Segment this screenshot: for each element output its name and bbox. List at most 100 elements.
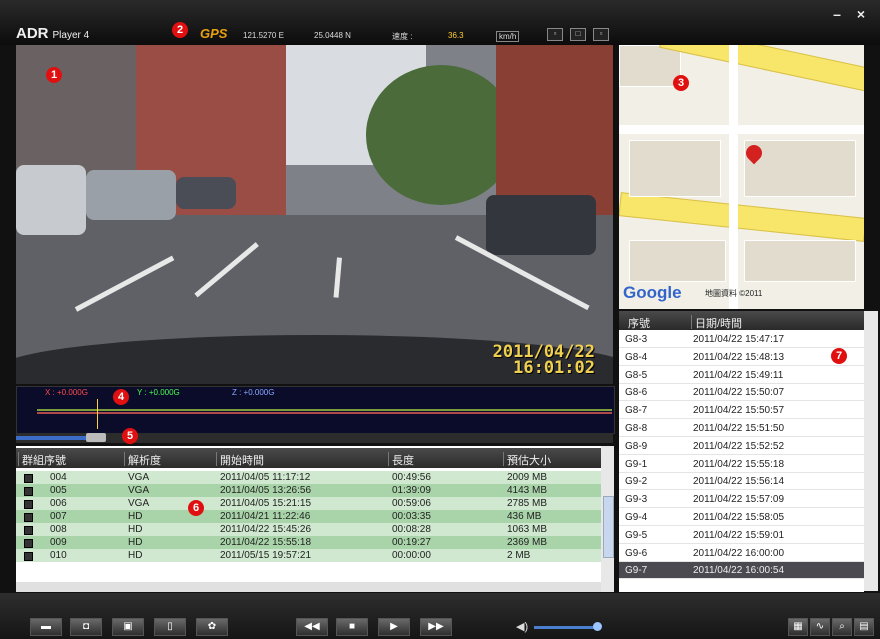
row-checkbox[interactable] [24, 513, 33, 522]
table-cell: 00:00:00 [392, 550, 431, 561]
table-row[interactable]: 005 VGA 2011/04/05 13:26:56 01:39:09 4143 MB [16, 484, 601, 497]
row-checkbox[interactable] [24, 552, 33, 561]
table-cell: 2 MB [507, 550, 531, 561]
settings-icon[interactable]: ✿ [196, 618, 228, 636]
g-sensor-y: Y : +0.000G [137, 388, 180, 397]
list-item[interactable]: G9-6 2011/04/22 16:00:00 [619, 545, 864, 562]
table-row[interactable]: 010 HD 2011/05/15 19:57:21 00:00:00 2 MB [16, 549, 601, 562]
camera-icon[interactable]: ◘ [70, 618, 102, 636]
google-logo: Google [623, 283, 682, 302]
save-icon[interactable]: ▣ [112, 618, 144, 636]
list-item[interactable]: G8-4 2011/04/22 15:48:13 [619, 349, 864, 366]
table-cell: 00:59:06 [392, 498, 431, 509]
rewind-icon[interactable]: ◀◀ [296, 618, 328, 636]
chart-icon[interactable]: ∿ [810, 618, 830, 636]
map-block [629, 240, 726, 282]
trip-list-scrollbar[interactable] [864, 311, 878, 591]
event-table-hscrollbar[interactable] [16, 582, 601, 592]
folder-icon[interactable]: ▬ [30, 618, 62, 636]
parked-car [16, 165, 86, 235]
list-cell: 2011/04/22 16:00:54 [693, 565, 785, 577]
list-item[interactable]: G9-3 2011/04/22 15:57:09 [619, 491, 864, 509]
column-header[interactable]: 長度 [388, 452, 414, 467]
list-item[interactable]: G8-6 2011/04/22 15:50:07 [619, 384, 864, 402]
list-item[interactable]: G9-4 2011/04/22 15:58:05 [619, 509, 864, 526]
layout-1-icon[interactable]: ▫ [547, 28, 563, 41]
g-sensor-trace [37, 409, 612, 411]
column-header[interactable]: 日期/時間 [691, 315, 742, 330]
row-checkbox[interactable] [24, 474, 33, 483]
list-item[interactable]: G8-7 2011/04/22 15:50:57 [619, 402, 864, 420]
export-icon[interactable]: ▤ [854, 618, 874, 636]
close-button[interactable]: × [852, 6, 870, 22]
list-item[interactable]: G8-3 2011/04/22 15:47:17 [619, 331, 864, 348]
video-panel[interactable]: 1 2011/04/22 16:01:02 [16, 45, 613, 384]
list-cell: 2011/04/22 15:56:14 [693, 476, 785, 488]
layout-3-icon[interactable]: ▫ [593, 28, 609, 41]
trip-list[interactable]: 序號 日期/時間 G8-3 2011/04/22 15:47:17 G8-4 2011… [619, 311, 864, 592]
table-cell: VGA [128, 485, 150, 496]
table-row[interactable]: 006 VGA 2011/04/05 15:21:15 00:59:06 2785 MB [16, 497, 601, 510]
list-cell: G9-2 [625, 476, 648, 488]
table-cell: 00:03:35 [392, 511, 431, 522]
table-cell: 007 [50, 511, 67, 522]
trees [366, 65, 516, 205]
table-cell: 004 [50, 472, 67, 483]
stop-icon[interactable]: ■ [336, 618, 368, 636]
map-block [629, 140, 721, 197]
column-header[interactable]: 開始時間 [216, 452, 264, 467]
list-item[interactable]: G9-7 2011/04/22 16:00:54 [619, 562, 864, 580]
minimize-button[interactable]: – [828, 6, 846, 22]
column-header[interactable]: 預估大小 [503, 452, 551, 467]
list-item[interactable]: G8-5 2011/04/22 15:49:11 [619, 367, 864, 384]
row-checkbox[interactable] [24, 539, 33, 548]
play-icon[interactable]: ▶ [378, 618, 410, 636]
progress-handle[interactable] [86, 433, 106, 442]
list-item[interactable]: G9-1 2011/04/22 15:55:18 [619, 456, 864, 473]
list-cell: 2011/04/22 15:47:17 [693, 334, 785, 345]
table-cell: 010 [50, 550, 67, 561]
event-table-scrollbar[interactable] [601, 446, 614, 592]
volume-slider[interactable] [534, 626, 600, 629]
row-checkbox[interactable] [24, 526, 33, 535]
g-sensor-graph: X : +0.000G Y : +0.000G Z : +0.000G 4 [16, 386, 615, 434]
fast-forward-icon[interactable]: ▶▶ [420, 618, 452, 636]
event-table[interactable]: 群組序號 解析度 開始時間 長度 預估大小 004 VGA 2011/04/05 1… [16, 446, 614, 592]
list-cell: G8-5 [625, 369, 648, 381]
table-row[interactable]: 007 HD 2011/04/21 11:22:46 00:03:35 436 MB [16, 510, 601, 523]
list-item[interactable]: G8-9 2011/04/22 15:52:52 [619, 438, 864, 455]
table-cell: 2011/04/22 15:45:26 [220, 524, 312, 535]
parked-car [176, 177, 236, 209]
column-header[interactable]: 解析度 [124, 452, 161, 467]
search-icon[interactable]: ⌕ [832, 618, 852, 636]
scroll-thumb[interactable] [603, 496, 614, 558]
list-cell: 2011/04/22 15:52:52 [693, 440, 785, 452]
volume-handle[interactable] [593, 622, 602, 631]
volume-icon[interactable]: ◀) [516, 620, 528, 633]
row-checkbox[interactable] [24, 487, 33, 496]
table-cell: 2011/04/05 15:21:15 [220, 498, 312, 509]
layout-2-icon[interactable]: □ [570, 28, 586, 41]
list-item[interactable]: G9-5 2011/04/22 15:59:01 [619, 527, 864, 544]
table-cell: 1063 MB [507, 524, 548, 535]
column-header[interactable]: 群組序號 [18, 452, 66, 467]
table-row[interactable]: 009 HD 2011/04/22 15:55:18 00:19:27 2369 MB [16, 536, 601, 549]
list-cell: G8-6 [625, 387, 648, 399]
trash-icon[interactable]: ▯ [154, 618, 186, 636]
table-row[interactable]: 004 VGA 2011/04/05 11:17:12 00:49:56 2009 MB [16, 471, 601, 484]
map-panel[interactable]: 3 Google 地圖資料 ©2011 [619, 45, 864, 309]
list-item[interactable]: G9-2 2011/04/22 15:56:14 [619, 473, 864, 491]
video-time: 16:01:02 [513, 358, 595, 378]
table-cell: 2009 MB [507, 472, 548, 483]
map-road-major [619, 192, 864, 242]
parked-car [86, 170, 176, 220]
playback-progress[interactable]: 5 [16, 428, 613, 444]
column-header[interactable]: 序號 [625, 315, 650, 330]
map-block [619, 45, 681, 87]
row-checkbox[interactable] [24, 500, 33, 509]
table-cell: 2011/04/21 11:22:46 [220, 511, 311, 522]
map-icon[interactable]: ▦ [788, 618, 808, 636]
table-row[interactable]: 008 HD 2011/04/22 15:45:26 00:08:28 1063 MB [16, 523, 601, 536]
list-item[interactable]: G8-8 2011/04/22 15:51:50 [619, 420, 864, 437]
list-cell: 2011/04/22 15:55:18 [693, 458, 785, 470]
